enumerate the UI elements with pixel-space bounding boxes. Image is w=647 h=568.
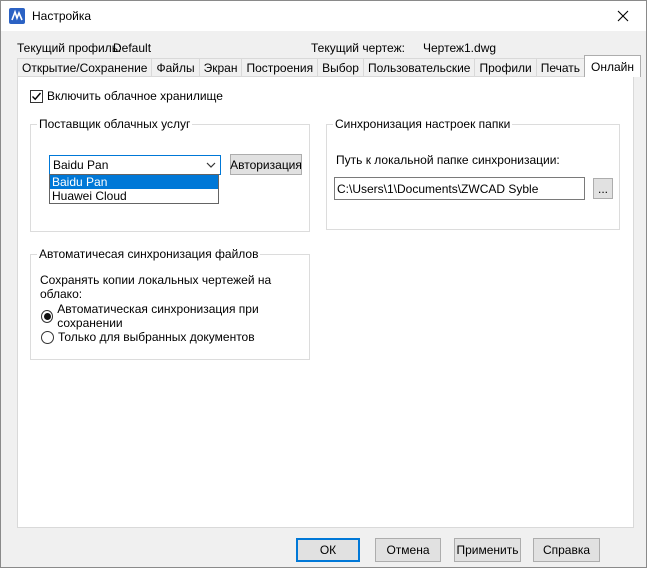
radio-auto-on-save[interactable] (41, 309, 54, 323)
current-profile-label: Текущий профиль: (17, 41, 122, 55)
online-tab-panel: Включить облачное хранилище Поставщик об… (17, 76, 634, 528)
enable-cloud-label: Включить облачное хранилище (47, 89, 223, 103)
enable-cloud-storage-row[interactable]: Включить облачное хранилище (30, 89, 223, 103)
tab-open-save[interactable]: Открытие/Сохранение (17, 58, 153, 77)
apply-button[interactable]: Применить (454, 538, 521, 562)
folder-sync-group: Синхронизация настроек папки Путь к лока… (326, 117, 620, 230)
close-button[interactable] (600, 1, 646, 31)
radio-row-selected-docs[interactable]: Только для выбранных документов (41, 330, 255, 344)
auto-sync-subtitle: Сохранять копии локальных чертежей на об… (40, 273, 272, 301)
tab-print[interactable]: Печать (535, 58, 586, 77)
chevron-down-icon (206, 162, 216, 168)
enable-cloud-checkbox[interactable] (30, 89, 43, 103)
sync-path-input[interactable]: C:\Users\1\Documents\ZWCAD Syble (334, 177, 585, 200)
sync-path-label: Путь к локальной папке синхронизации: (336, 153, 560, 167)
ok-button[interactable]: ОК (296, 538, 360, 562)
close-icon (617, 10, 629, 22)
footer-separator (1, 532, 646, 533)
cloud-provider-dropdown: Baidu Pan Huawei Cloud (49, 174, 219, 204)
checkmark-icon (32, 92, 42, 100)
auto-sync-group: Автоматичесая синхронизация файлов Сохра… (30, 247, 310, 360)
tab-selection[interactable]: Выбор (317, 58, 364, 77)
tab-display[interactable]: Экран (198, 58, 243, 77)
current-profile-value: Default (113, 41, 152, 55)
authorization-button[interactable]: Авторизация (230, 154, 302, 175)
radio-auto-on-save-label: Автоматическая синхронизация при сохране… (57, 302, 259, 330)
current-drawing-value: Чертеж1.dwg (423, 41, 497, 55)
current-drawing-label: Текущий чертеж: (311, 41, 405, 55)
browse-button[interactable]: ... (593, 178, 613, 199)
cancel-button[interactable]: Отмена (375, 538, 441, 562)
cloud-provider-option-baidu[interactable]: Baidu Pan (50, 175, 218, 189)
radio-selected-docs-label: Только для выбранных документов (58, 330, 255, 344)
auto-sync-title: Автоматичесая синхронизация файлов (37, 247, 261, 261)
tab-drafting[interactable]: Построения (241, 58, 319, 77)
tab-files[interactable]: Файлы (151, 58, 200, 77)
folder-sync-title: Синхронизация настроек папки (333, 117, 513, 131)
cloud-provider-title: Поставщик облачных услуг (37, 117, 193, 131)
title-bar: Настройка (1, 1, 646, 31)
cloud-provider-combo[interactable]: Baidu Pan (49, 155, 221, 175)
radio-selected-docs[interactable] (41, 330, 54, 344)
tab-online[interactable]: Онлайн (584, 55, 642, 77)
settings-dialog: Настройка Текущий профиль: Default Текущ… (0, 0, 647, 568)
tab-strip: Открытие/Сохранение Файлы Экран Построен… (17, 55, 642, 77)
cloud-provider-option-huawei[interactable]: Huawei Cloud (50, 189, 218, 203)
radio-selected-dot (43, 312, 51, 320)
tab-profiles[interactable]: Профили (474, 58, 537, 77)
window-title: Настройка (32, 9, 92, 23)
zwcad-app-icon (9, 8, 25, 24)
cloud-provider-combo-value: Baidu Pan (53, 158, 109, 172)
cloud-provider-group: Поставщик облачных услуг Baidu Pan Baidu… (30, 117, 310, 232)
radio-row-auto-on-save[interactable]: Автоматическая синхронизация при сохране… (41, 302, 309, 330)
tab-user-preferences[interactable]: Пользовательские (362, 58, 476, 77)
help-button[interactable]: Справка (533, 538, 600, 562)
